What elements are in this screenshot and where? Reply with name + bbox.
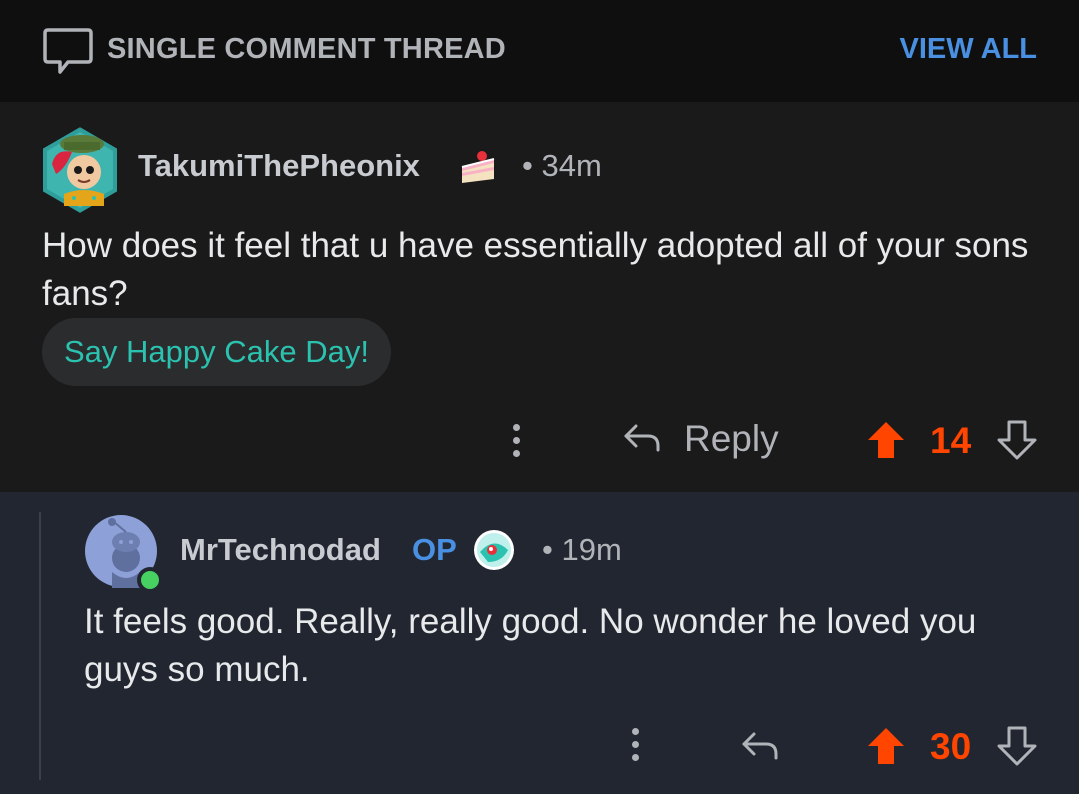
upvote-arrow-icon[interactable] [866,420,906,460]
thread-header: SINGLE COMMENT THREAD VIEW ALL [0,0,1079,102]
more-options-icon[interactable] [511,424,521,460]
comment-timestamp: • 34m [522,148,602,183]
op-badge: OP [412,532,457,567]
view-all-link[interactable]: VIEW ALL [900,33,1037,66]
reply-arrow-icon[interactable] [622,420,662,454]
comment-timestamp: • 19m [542,532,622,567]
thread-line[interactable] [39,512,41,780]
comment-username[interactable]: MrTechnodad [180,532,381,568]
thread-title: SINGLE COMMENT THREAD [107,33,506,65]
cake-slice-icon [461,151,495,183]
vote-count: 30 [930,726,972,767]
user-avatar[interactable] [38,124,122,216]
comment-mrtechnodad: MrTechnodad OP • 19m It feels good. Real… [0,492,1079,794]
reply-button[interactable]: Reply [684,418,779,460]
comment-thread-page: SINGLE COMMENT THREAD VIEW ALL TakumiThe… [0,0,1079,794]
comment-takumi: TakumiThePheonix • 34m How does it feel … [0,102,1079,492]
more-options-icon[interactable] [630,728,640,764]
comment-bubble-icon [43,28,93,74]
upvote-arrow-icon[interactable] [866,726,906,766]
online-status-icon [141,571,159,589]
vote-count: 14 [930,420,972,461]
happy-cake-day-button[interactable]: Say Happy Cake Day! [42,318,391,386]
comment-username[interactable]: TakumiThePheonix [138,148,420,184]
comment-body: It feels good. Really, really good. No w… [84,602,977,689]
teal-orb-icon [474,530,514,570]
downvote-arrow-icon[interactable] [997,420,1037,460]
user-avatar[interactable] [84,514,164,594]
downvote-arrow-icon[interactable] [997,726,1037,766]
comment-body: How does it feel that u have essentially… [42,226,1029,313]
reply-arrow-icon[interactable] [740,728,780,762]
